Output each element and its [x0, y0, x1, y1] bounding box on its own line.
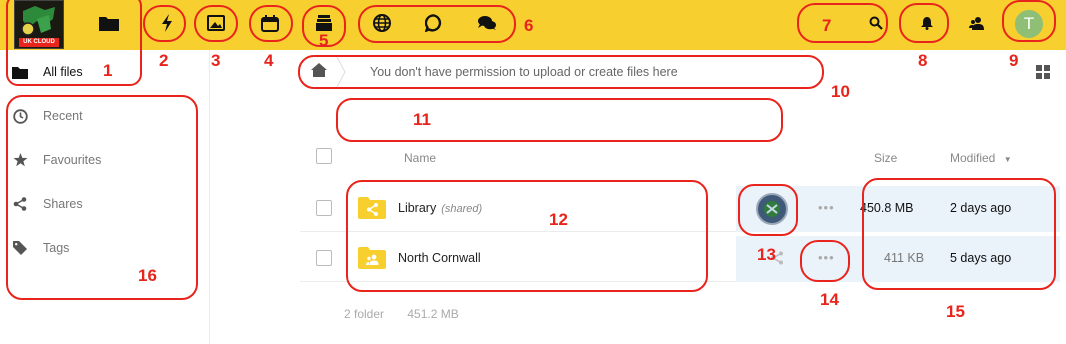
modified-label: Modified [950, 151, 996, 165]
annotation-number: 11 [413, 110, 431, 129]
annotation-number: 15 [946, 302, 965, 321]
annotation-number: 2 [159, 51, 169, 70]
annotation-number: 5 [319, 31, 329, 50]
annotation-box [797, 3, 888, 43]
annotation-number: 7 [822, 16, 832, 35]
annotation-number: 12 [549, 210, 568, 229]
contacts-icon[interactable] [965, 11, 989, 35]
summary-count: 2 folder [344, 307, 385, 321]
grid-view-toggle-icon[interactable] [1036, 65, 1050, 79]
annotation-number: 16 [138, 266, 157, 285]
annotation-box [738, 184, 798, 236]
annotation-box [143, 5, 186, 42]
annotation-box [1002, 0, 1056, 42]
annotation-number: 4 [264, 51, 274, 70]
annotation-box [6, 95, 198, 300]
annotation-number: 1 [103, 61, 113, 80]
file-summary: 2 folder 451.2 MB [344, 307, 459, 321]
annotation-box [6, 0, 142, 86]
annotation-box [298, 55, 824, 89]
size-column-header[interactable]: Size [874, 151, 897, 165]
annotation-box [194, 5, 238, 42]
annotation-number: 3 [211, 51, 221, 70]
sort-down-icon: ▼ [1003, 155, 1012, 164]
modified-column-header[interactable]: Modified ▼ [950, 151, 1012, 165]
annotation-box [899, 3, 949, 43]
annotation-number: 10 [831, 82, 850, 101]
summary-size: 451.2 MB [407, 307, 459, 321]
more-actions-icon[interactable]: ••• [818, 200, 835, 215]
annotation-box [336, 98, 783, 142]
select-all-checkbox[interactable] [316, 148, 332, 164]
annotation-box [800, 240, 850, 282]
annotation-number: 13 [757, 245, 776, 264]
annotation-number: 6 [524, 16, 534, 35]
file-table-header: Name Size Modified ▼ [300, 140, 1060, 176]
annotation-box [862, 178, 1056, 290]
name-column-header[interactable]: Name [404, 151, 436, 165]
annotation-number: 9 [1009, 51, 1019, 70]
annotation-box [346, 180, 708, 292]
annotation-number: 8 [918, 51, 928, 70]
annotation-box [358, 5, 516, 43]
row-checkbox[interactable] [316, 250, 332, 266]
row-checkbox[interactable] [316, 200, 332, 216]
annotation-box [249, 5, 293, 42]
annotation-number: 14 [820, 290, 839, 309]
